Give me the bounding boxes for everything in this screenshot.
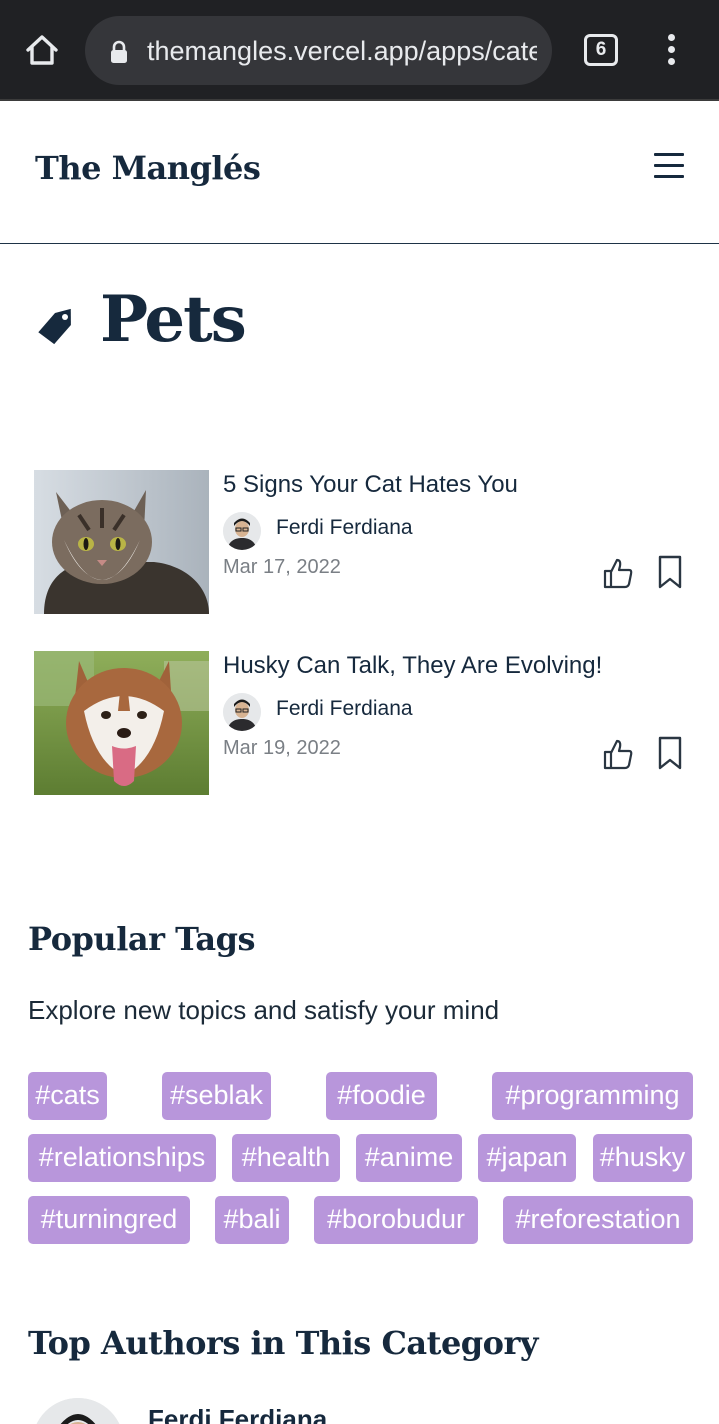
author-name[interactable]: Ferdi Ferdiana [276, 697, 413, 721]
address-bar[interactable]: themangles.vercel.app/apps/category/pets [85, 16, 552, 85]
site-header: The Manglés [0, 101, 719, 244]
article-card[interactable]: 5 Signs Your Cat Hates You Ferdi Ferdian… [34, 470, 694, 614]
lock-icon [111, 40, 127, 63]
article-title[interactable]: 5 Signs Your Cat Hates You [223, 470, 518, 500]
tag-chip[interactable]: #anime [356, 1134, 462, 1182]
thumbs-up-icon[interactable] [602, 556, 634, 590]
tag-chip[interactable]: #relationships [28, 1134, 216, 1182]
tag-icon [38, 308, 71, 345]
popular-tags-heading: Popular Tags [28, 920, 255, 958]
avatar[interactable] [223, 693, 261, 731]
tag-chip[interactable]: #husky [593, 1134, 692, 1182]
avatar[interactable] [223, 512, 261, 550]
author-name[interactable]: Ferdi Ferdiana [148, 1404, 327, 1424]
more-options-icon[interactable] [664, 34, 678, 68]
tag-chip[interactable]: #turningred [28, 1196, 190, 1244]
tag-chip[interactable]: #reforestation [503, 1196, 693, 1244]
author-name[interactable]: Ferdi Ferdiana [276, 516, 413, 540]
cat-thumbnail[interactable] [34, 470, 209, 614]
bookmark-icon[interactable] [656, 554, 684, 590]
tag-chip[interactable]: #cats [28, 1072, 107, 1120]
hamburger-menu-icon[interactable] [654, 153, 684, 179]
avatar[interactable] [32, 1398, 124, 1424]
home-icon[interactable] [22, 30, 62, 70]
tag-chip[interactable]: #borobudur [314, 1196, 478, 1244]
husky-thumbnail[interactable] [34, 651, 209, 795]
tag-chip[interactable]: #health [232, 1134, 340, 1182]
thumbs-up-icon[interactable] [602, 737, 634, 771]
popular-tags-subtitle: Explore new topics and satisfy your mind [28, 995, 500, 1025]
url-text: themangles.vercel.app/apps/category/pets [147, 36, 537, 66]
page-title: Pets [100, 282, 247, 357]
top-authors-heading: Top Authors in This Category [28, 1324, 538, 1362]
tag-chip[interactable]: #bali [215, 1196, 289, 1244]
tag-chip[interactable]: #japan [478, 1134, 576, 1182]
article-card[interactable]: Husky Can Talk, They Are Evolving! Ferdi… [34, 651, 694, 795]
bookmark-icon[interactable] [656, 735, 684, 771]
publish-date: Mar 17, 2022 [223, 556, 341, 578]
tag-chip[interactable]: #programming [492, 1072, 693, 1120]
tag-chip[interactable]: #foodie [326, 1072, 437, 1120]
tag-chip[interactable]: #seblak [162, 1072, 271, 1120]
site-logo[interactable]: The Manglés [35, 149, 261, 187]
tab-switcher-button[interactable]: 6 [584, 34, 618, 66]
browser-toolbar: themangles.vercel.app/apps/category/pets… [0, 0, 719, 101]
article-title[interactable]: Husky Can Talk, They Are Evolving! [223, 651, 602, 681]
publish-date: Mar 19, 2022 [223, 737, 341, 759]
